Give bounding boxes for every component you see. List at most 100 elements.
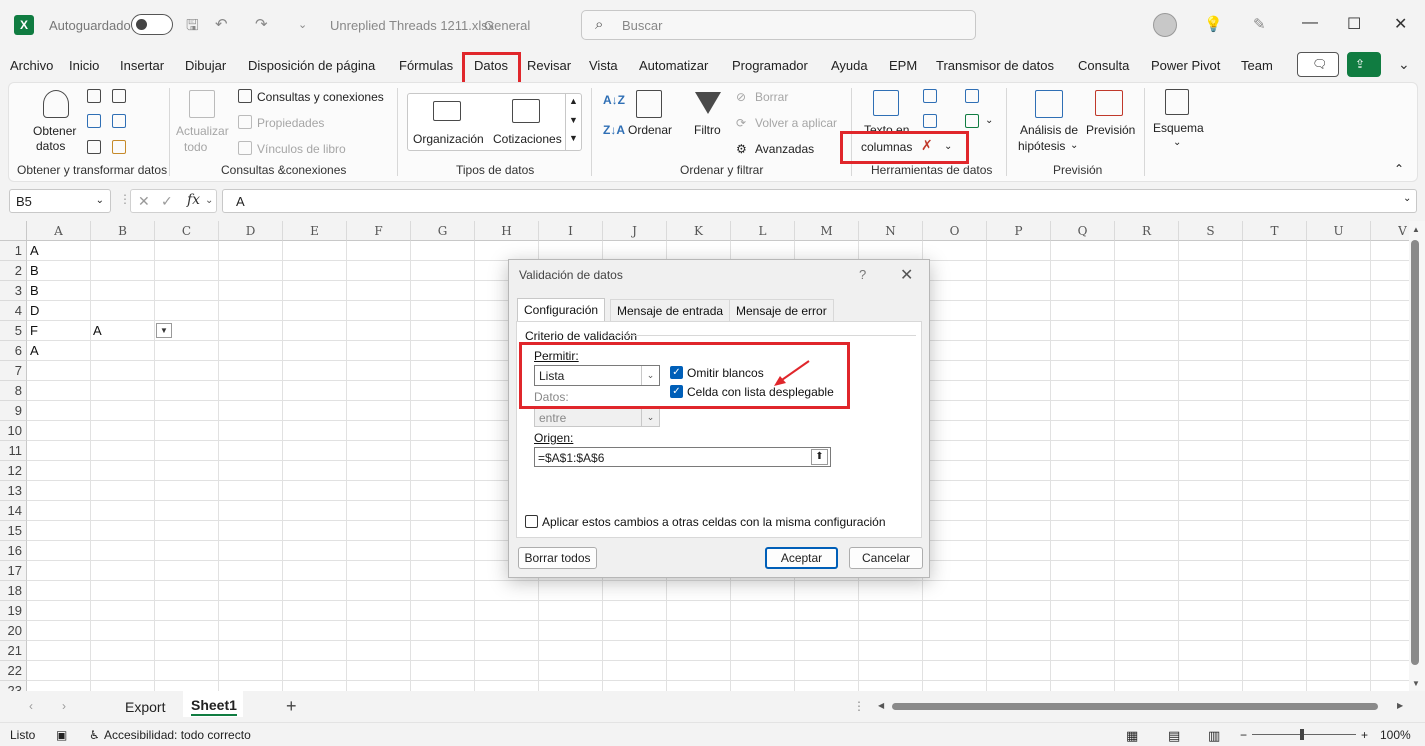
expand-formula-bar-icon[interactable]: ⌄ — [1403, 193, 1411, 204]
next-sheet-icon[interactable]: › — [62, 699, 66, 713]
what-if-line1[interactable]: Análisis de — [1020, 123, 1078, 137]
minimize-icon[interactable]: — — [1302, 14, 1318, 32]
fx-dropdown-icon[interactable]: ⌄ — [205, 195, 213, 206]
tab-configuracion[interactable]: Configuración — [517, 298, 606, 322]
sort-za-icon[interactable]: Z↓A — [603, 123, 625, 137]
advanced-button[interactable]: Avanzadas — [755, 142, 814, 156]
range-select-icon[interactable]: ⬆ — [811, 449, 828, 465]
prev-sheet-icon[interactable]: ‹ — [29, 699, 33, 713]
row-header-16[interactable]: 16 — [0, 541, 27, 561]
tab-power-pivot[interactable]: Power Pivot — [1151, 58, 1220, 73]
tab-inicio[interactable]: Inicio — [69, 58, 99, 73]
apply-all-label[interactable]: Aplicar estos cambios a otras celdas con… — [542, 515, 886, 529]
tab-ayuda[interactable]: Ayuda — [831, 58, 868, 73]
row-header-10[interactable]: 10 — [0, 421, 27, 441]
cell-a4[interactable]: D — [30, 301, 39, 321]
sheet-splitter-icon[interactable]: ⋮ — [853, 699, 865, 713]
recent-sources-icon[interactable] — [112, 89, 126, 103]
vertical-scroll-thumb[interactable] — [1411, 240, 1419, 665]
column-header-t[interactable]: T — [1243, 221, 1307, 241]
cell-a5[interactable]: F — [30, 321, 38, 341]
add-sheet-icon[interactable]: + — [286, 696, 297, 717]
row-header-20[interactable]: 20 — [0, 621, 27, 641]
column-header-f[interactable]: F — [347, 221, 411, 241]
search-box[interactable]: ⌕ Buscar — [581, 10, 976, 40]
data-model-dropdown-icon[interactable]: ⌄ — [985, 115, 993, 126]
column-header-p[interactable]: P — [987, 221, 1051, 241]
row-header-8[interactable]: 8 — [0, 381, 27, 401]
select-all-corner[interactable] — [0, 221, 27, 241]
tab-disposicion[interactable]: Disposición de página — [248, 58, 375, 73]
row-header-6[interactable]: 6 — [0, 341, 27, 361]
scroll-left-arrow-icon[interactable]: ◀ — [878, 701, 884, 710]
column-header-u[interactable]: U — [1307, 221, 1371, 241]
cancel-entry-icon[interactable]: ✕ — [138, 193, 150, 210]
column-header-c[interactable]: C — [155, 221, 219, 241]
share-button[interactable]: ⇪ — [1347, 52, 1381, 77]
existing-connections-icon[interactable] — [112, 114, 126, 128]
column-header-o[interactable]: O — [923, 221, 987, 241]
cell-b5[interactable]: A — [93, 321, 102, 341]
cancel-button[interactable]: Cancelar — [849, 547, 923, 569]
zoom-out-icon[interactable]: − — [1240, 728, 1247, 742]
properties[interactable]: Propiedades — [257, 116, 324, 130]
row-header-18[interactable]: 18 — [0, 581, 27, 601]
tab-revisar[interactable]: Revisar — [527, 58, 571, 73]
from-text-icon[interactable] — [87, 89, 101, 103]
gallery-scroll[interactable]: ▲ ▼ ▼ — [565, 93, 581, 151]
column-header-i[interactable]: I — [539, 221, 603, 241]
data-model-icon[interactable] — [965, 114, 979, 128]
organization-type[interactable]: Organización — [413, 132, 484, 146]
tab-dibujar[interactable]: Dibujar — [185, 58, 226, 73]
cell-a2[interactable]: B — [30, 261, 39, 281]
clear-all-button[interactable]: Borrar todos — [518, 547, 597, 569]
tab-mensaje-error[interactable]: Mensaje de error — [729, 299, 834, 321]
zoom-slider-thumb[interactable] — [1300, 729, 1304, 740]
file-name[interactable]: Unreplied Threads 1211.xlsx — [330, 18, 494, 33]
column-header-v[interactable]: V — [1371, 221, 1409, 241]
scroll-down-icon[interactable]: ▼ — [569, 115, 578, 125]
get-data-line1[interactable]: Obtener — [33, 124, 76, 138]
from-picture-icon[interactable] — [112, 140, 126, 154]
comments-button[interactable]: 🗨 — [1297, 52, 1339, 77]
filter-button[interactable]: Filtro — [694, 123, 721, 137]
column-header-r[interactable]: R — [1115, 221, 1179, 241]
sheet-tab-export[interactable]: Export — [125, 699, 165, 715]
row-header-9[interactable]: 9 — [0, 401, 27, 421]
cell-a1[interactable]: A — [30, 241, 39, 261]
scroll-right-arrow-icon[interactable]: ▶ — [1397, 701, 1403, 710]
outline-dropdown-icon[interactable]: ⌄ — [1173, 137, 1181, 148]
pen-icon[interactable]: ✎ — [1253, 15, 1266, 33]
row-header-17[interactable]: 17 — [0, 561, 27, 581]
refresh-line1[interactable]: Actualizar — [176, 124, 229, 138]
ok-button[interactable]: Aceptar — [765, 547, 838, 569]
name-box-dropdown-icon[interactable]: ⌄ — [96, 195, 104, 206]
row-header-4[interactable]: 4 — [0, 301, 27, 321]
row-header-19[interactable]: 19 — [0, 601, 27, 621]
from-web-icon[interactable] — [87, 114, 101, 128]
sheet-tab-sheet1[interactable]: Sheet1 — [191, 697, 237, 716]
avatar[interactable] — [1153, 13, 1177, 37]
macro-recording-icon[interactable]: ▣ — [56, 728, 67, 742]
tab-team[interactable]: Team — [1241, 58, 1273, 73]
redo-icon[interactable]: ↷ — [255, 15, 268, 33]
tab-transmisor[interactable]: Transmisor de datos — [936, 58, 1054, 73]
get-data-line2[interactable]: datos — [36, 139, 65, 153]
clear-button[interactable]: Borrar — [755, 90, 788, 104]
tab-mensaje-entrada[interactable]: Mensaje de entrada — [610, 299, 731, 321]
gallery-more-icon[interactable]: ▼ — [569, 133, 578, 143]
column-header-n[interactable]: N — [859, 221, 923, 241]
column-header-m[interactable]: M — [795, 221, 859, 241]
normal-view-icon[interactable]: ▦ — [1126, 728, 1138, 744]
row-header-15[interactable]: 15 — [0, 521, 27, 541]
collapse-ribbon-icon[interactable]: ⌃ — [1394, 162, 1404, 176]
reapply-button[interactable]: Volver a aplicar — [755, 116, 837, 130]
scroll-down-arrow-icon[interactable]: ▼ — [1412, 679, 1420, 688]
insert-function-icon[interactable]: fx — [187, 192, 200, 208]
row-header-2[interactable]: 2 — [0, 261, 27, 281]
accessibility-status[interactable]: Accesibilidad: todo correcto — [104, 728, 251, 742]
ribbon-options-icon[interactable]: ⌄ — [1398, 56, 1410, 73]
row-header-23[interactable]: 23 — [0, 681, 27, 691]
page-layout-view-icon[interactable]: ▤ — [1168, 728, 1180, 744]
tab-epm[interactable]: EPM — [889, 58, 917, 73]
